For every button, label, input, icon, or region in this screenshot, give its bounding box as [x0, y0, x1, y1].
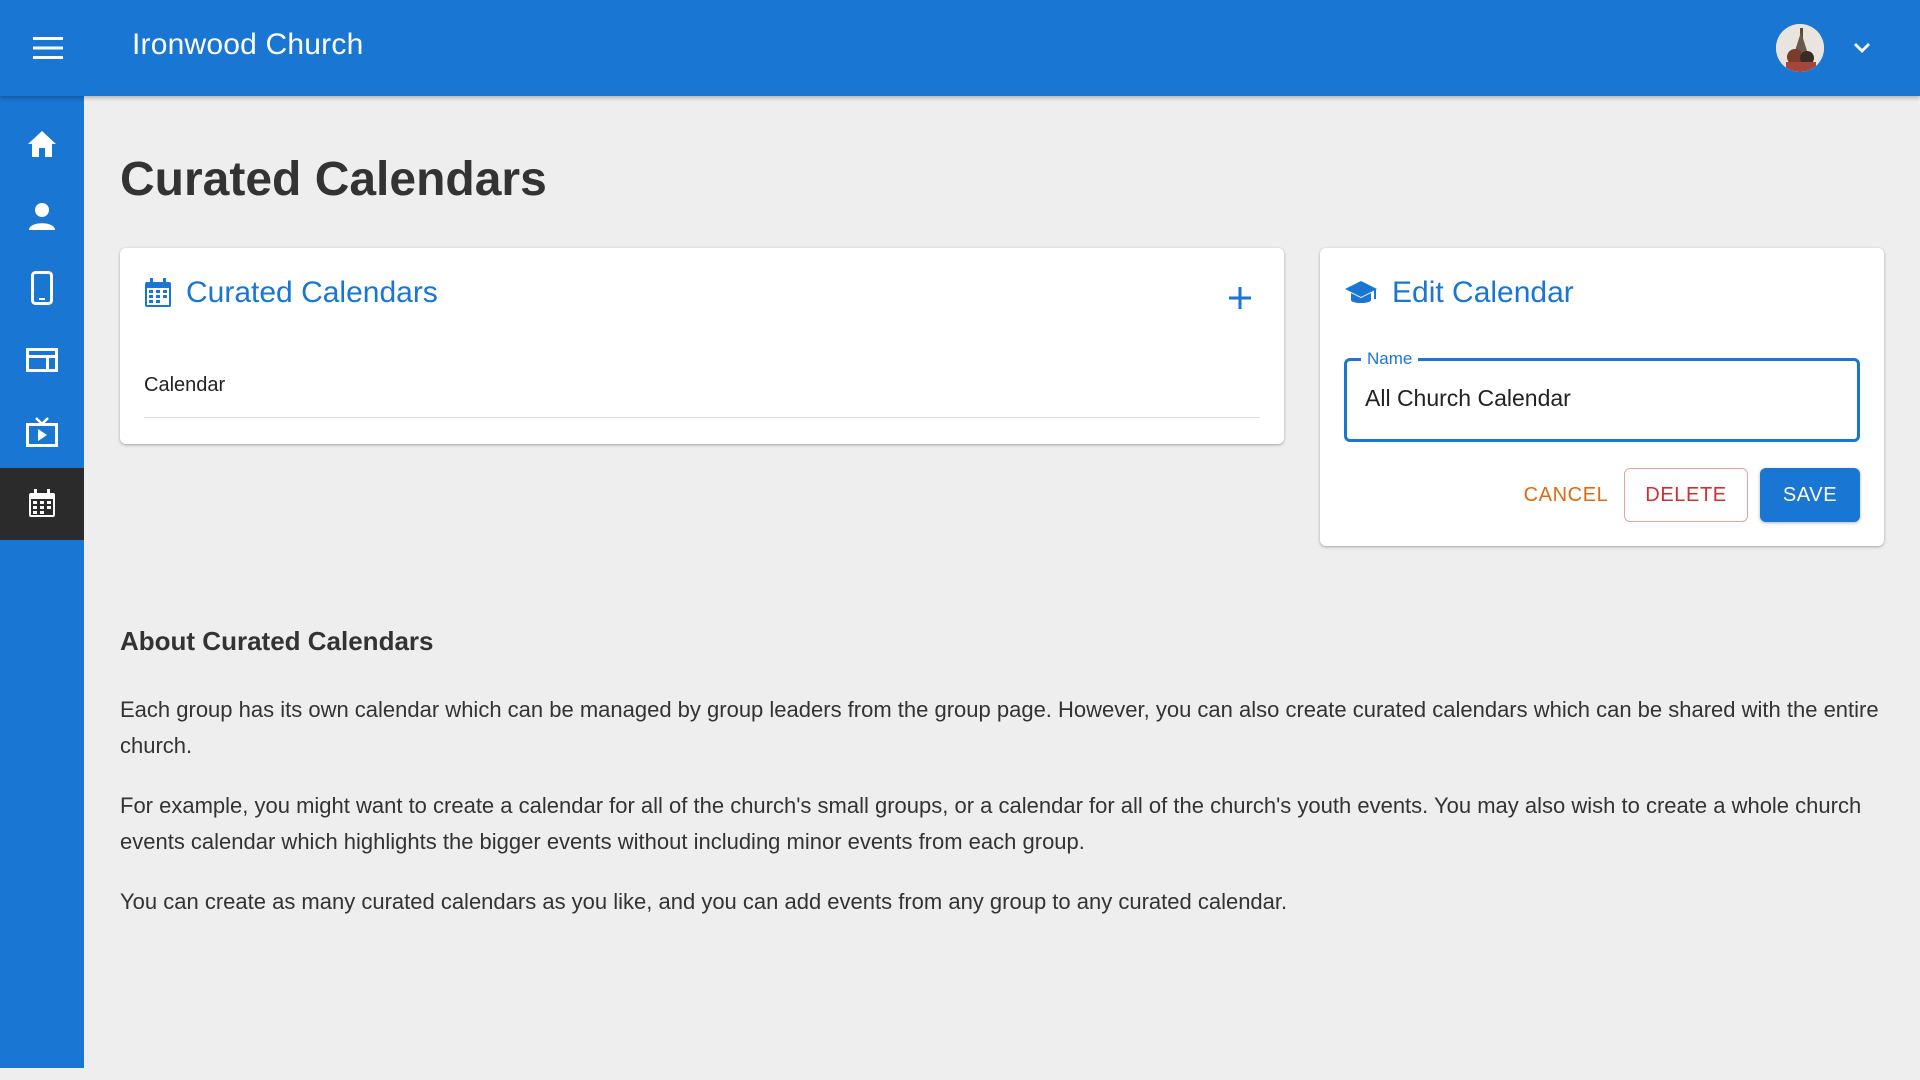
sidebar-nav [0, 96, 84, 1068]
user-avatar[interactable] [1776, 24, 1824, 72]
edit-calendar-card-title: Edit Calendar [1392, 276, 1574, 309]
about-section-title: About Curated Calendars [120, 626, 434, 656]
main-content: Curated Calendars Curated Calendars Cale… [84, 96, 1920, 1068]
delete-button[interactable]: DELETE [1624, 468, 1748, 522]
curated-calendars-card-title: Curated Calendars [186, 276, 438, 309]
page-title: Curated Calendars [120, 153, 547, 206]
calendar-icon [29, 489, 55, 517]
web-layout-icon [26, 348, 58, 372]
calendar-name-input[interactable] [1365, 385, 1835, 412]
about-paragraph: For example, you might want to create a … [120, 793, 1862, 854]
edit-calendar-card-header: Edit Calendar [1344, 276, 1574, 310]
app-title: Ironwood Church [132, 28, 364, 61]
sidebar-item-home[interactable] [0, 108, 84, 180]
live-tv-icon [26, 417, 58, 447]
mobile-phone-icon [31, 271, 53, 305]
save-button[interactable]: SAVE [1760, 468, 1860, 522]
plus-icon [1229, 287, 1251, 309]
user-menu-chevron-button[interactable] [1846, 32, 1878, 64]
calendar-name-field: Name [1344, 349, 1860, 442]
calendar-list-item[interactable]: Calendar [144, 358, 1260, 418]
about-paragraph: You can create as many curated calendars… [120, 889, 1288, 914]
sidebar-item-calendars[interactable] [0, 468, 84, 540]
curated-calendars-card: Curated Calendars Calendar [120, 248, 1284, 444]
sidebar-item-website[interactable] [0, 324, 84, 396]
calendar-list-item-label: Calendar [144, 374, 226, 396]
add-calendar-button[interactable] [1220, 278, 1260, 318]
avatar-photo-icon [1776, 24, 1824, 72]
calendar-icon [145, 278, 171, 307]
top-app-bar: Ironwood Church [0, 0, 1920, 96]
sidebar-item-mobile[interactable] [0, 252, 84, 324]
sidebar-item-streaming[interactable] [0, 396, 84, 468]
about-paragraph: Each group has its own calendar which ca… [120, 697, 1879, 758]
cancel-button[interactable]: CANCEL [1506, 468, 1626, 522]
hamburger-menu-icon [33, 37, 63, 59]
sidebar-item-people[interactable] [0, 180, 84, 252]
curated-calendars-card-header: Curated Calendars [144, 276, 438, 310]
graduation-cap-icon [1345, 281, 1377, 303]
calendar-name-label: Name [1361, 349, 1419, 369]
menu-button[interactable] [24, 24, 72, 72]
person-icon [29, 203, 55, 230]
edit-calendar-card: Edit Calendar Name CANCEL DELETE SAVE [1320, 248, 1884, 546]
chevron-down-icon [1854, 43, 1870, 53]
home-icon [28, 131, 56, 157]
